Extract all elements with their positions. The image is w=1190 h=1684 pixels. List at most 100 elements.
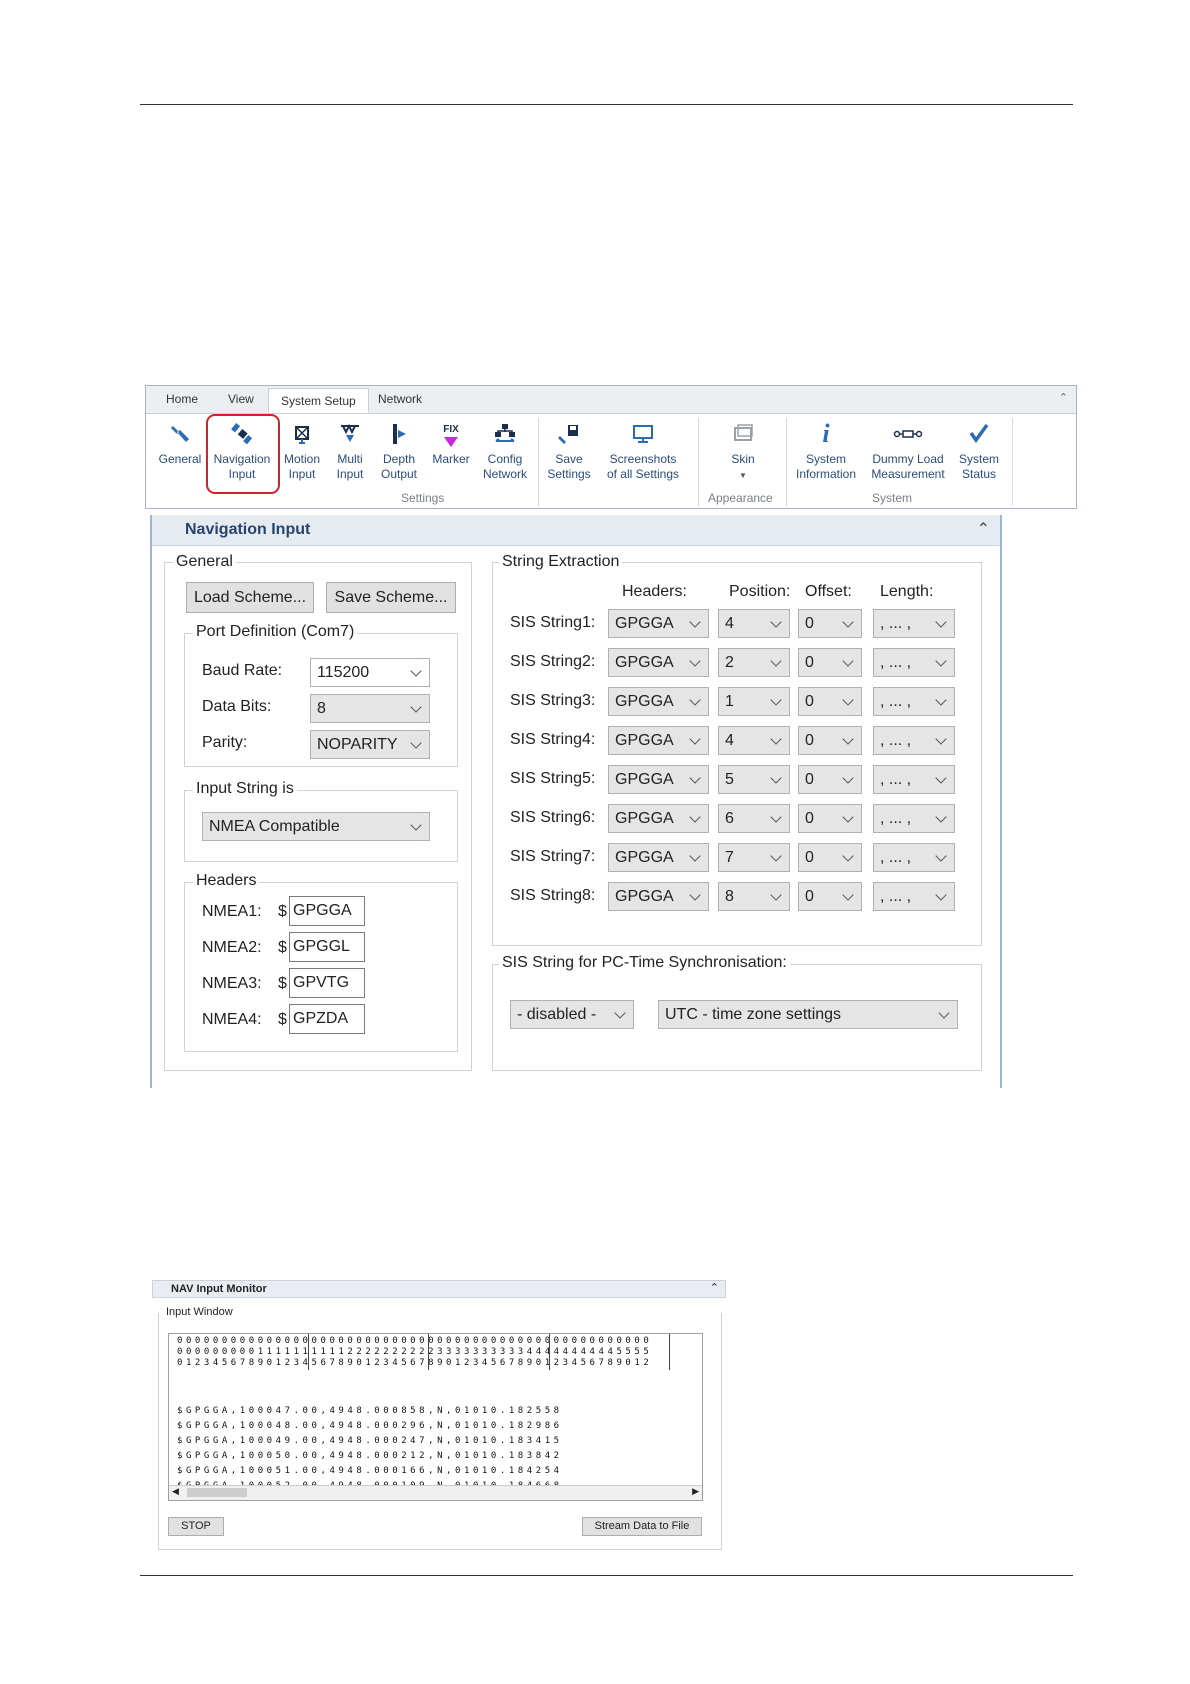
depth-label-line1: Depth [382,452,416,466]
col-headers-label: Headers: [622,583,687,600]
motion-input-button[interactable]: Motion Input [280,422,324,482]
sis-length-select[interactable]: , ... , [873,804,955,833]
sis-length-select[interactable]: , ... , [873,843,955,872]
sis-length-select[interactable]: , ... , [873,726,955,755]
sis-length-select[interactable]: , ... , [873,609,955,638]
marker-fix-icon: FIX [439,422,463,447]
input-window[interactable]: 0000000000000000000000000000000000000000… [168,1333,703,1501]
nmea4-prefix: $ [278,1011,287,1028]
baud-rate-select[interactable]: 115200 [310,658,430,687]
tab-home[interactable]: Home [166,392,198,406]
column-divider [549,1334,550,1370]
general-button[interactable]: General [158,422,202,467]
stop-button[interactable]: STOP [168,1517,224,1536]
horizontal-scrollbar[interactable]: ◀ ▶ [169,1485,702,1500]
config-network-button[interactable]: Config Network [480,422,530,482]
parity-select[interactable]: NOPARITY [310,730,430,759]
group-system-label: System [872,491,913,505]
scroll-right-icon[interactable]: ▶ [692,1486,699,1497]
sis-offset-select[interactable]: 0 [798,687,862,716]
sysstatus-label-line1: System [958,452,999,466]
screenshots-button[interactable]: Screenshots of all Settings [602,422,684,482]
sis-header-select[interactable]: GPGGA [608,648,709,677]
input-string-legend: Input String is [193,780,297,798]
sis-header-select[interactable]: GPGGA [608,726,709,755]
sis-length-select[interactable]: , ... , [873,648,955,677]
multi-input-button[interactable]: Multi Input [330,422,370,482]
ribbon-separator [538,418,539,506]
tab-network[interactable]: Network [378,392,422,406]
tab-system-setup[interactable]: System Setup [268,388,369,413]
sis-offset-select[interactable]: 0 [798,726,862,755]
double-chevron-up-icon[interactable]: ⌃ [977,519,990,539]
sis-header-select[interactable]: GPGGA [608,843,709,872]
parity-label: Parity: [202,734,248,751]
ribbon: Home View System Setup Network ⌃ General… [145,385,1077,509]
sync-source-select[interactable]: - disabled - [510,1000,634,1029]
dummy-label-line1: Dummy Load [872,452,944,466]
sis-offset-select[interactable]: 0 [798,843,862,872]
timezone-select[interactable]: UTC - time zone settings [658,1000,958,1029]
sis-string-label: SIS String2: [510,653,596,670]
stream-data-button[interactable]: Stream Data to File [582,1517,702,1536]
scroll-thumb[interactable] [187,1488,247,1497]
sis-position-select[interactable]: 8 [718,882,790,911]
sis-offset-select[interactable]: 0 [798,765,862,794]
sis-header-select[interactable]: GPGGA [608,609,709,638]
sis-header-select[interactable]: GPGGA [608,765,709,794]
system-status-button[interactable]: System Status [954,422,1004,482]
system-information-button[interactable]: i System Information [791,421,861,482]
data-bits-select[interactable]: 8 [310,694,430,723]
save-label-line1: Save [555,452,583,466]
nmea4-field[interactable]: GPZDA [289,1004,365,1034]
nmea-line: $GPGGA,100048.00,4948.000296,N,01010.182… [177,1421,563,1431]
sis-header-select[interactable]: GPGGA [608,687,709,716]
load-scheme-button[interactable]: Load Scheme... [186,582,314,613]
group-appearance-label: Appearance [708,491,773,505]
save-settings-icon [558,425,578,444]
sis-header-select[interactable]: GPGGA [608,804,709,833]
ribbon-collapse-icon[interactable]: ⌃ [1059,391,1068,404]
nmea1-field[interactable]: GPGGA [289,896,365,926]
sis-position-select[interactable]: 2 [718,648,790,677]
sis-string-label: SIS String8: [510,887,596,904]
depth-output-icon [393,424,406,444]
monitor-collapse-icon[interactable]: ⌃ [710,1281,719,1294]
port-definition-legend: Port Definition (Com7) [193,623,358,641]
sis-position-select[interactable]: 7 [718,843,790,872]
general-label: General [158,452,202,466]
depth-output-button[interactable]: Depth Output [376,422,422,482]
save-settings-button[interactable]: Save Settings [544,422,594,482]
wrench-icon [171,426,189,442]
sis-offset-select[interactable]: 0 [798,609,862,638]
sis-string-label: SIS String7: [510,848,596,865]
time-sync-legend: SIS String for PC-Time Synchronisation: [499,954,790,972]
save-scheme-button[interactable]: Save Scheme... [326,582,456,613]
nmea1-label: NMEA1: [202,903,262,920]
dummy-label-line2: Measurement [871,467,945,481]
sis-length-select[interactable]: , ... , [873,687,955,716]
sis-offset-select[interactable]: 0 [798,882,862,911]
sis-position-select[interactable]: 4 [718,726,790,755]
sis-position-select[interactable]: 5 [718,765,790,794]
sis-position-select[interactable]: 1 [718,687,790,716]
nmea-line: $GPGGA,100049.00,4948.000247,N,01010.183… [177,1436,563,1446]
nmea-line: $GPGGA,100047.00,4948.000858,N,01010.182… [177,1406,563,1416]
dummy-load-button[interactable]: Dummy Load Measurement [868,422,948,482]
skin-button[interactable]: Skin ▼ [718,422,768,483]
sis-position-select[interactable]: 6 [718,804,790,833]
sis-position-select[interactable]: 4 [718,609,790,638]
tab-view[interactable]: View [228,392,254,406]
sis-string-label: SIS String4: [510,731,596,748]
sis-length-select[interactable]: , ... , [873,765,955,794]
resistor-icon [893,430,923,438]
marker-button[interactable]: FIX Marker [428,422,474,467]
nmea3-field[interactable]: GPVTG [289,968,365,998]
scroll-left-icon[interactable]: ◀ [172,1486,179,1497]
nmea2-field[interactable]: GPGGL [289,932,365,962]
sis-offset-select[interactable]: 0 [798,648,862,677]
sis-header-select[interactable]: GPGGA [608,882,709,911]
input-string-select[interactable]: NMEA Compatible [202,812,430,841]
sis-length-select[interactable]: , ... , [873,882,955,911]
sis-offset-select[interactable]: 0 [798,804,862,833]
